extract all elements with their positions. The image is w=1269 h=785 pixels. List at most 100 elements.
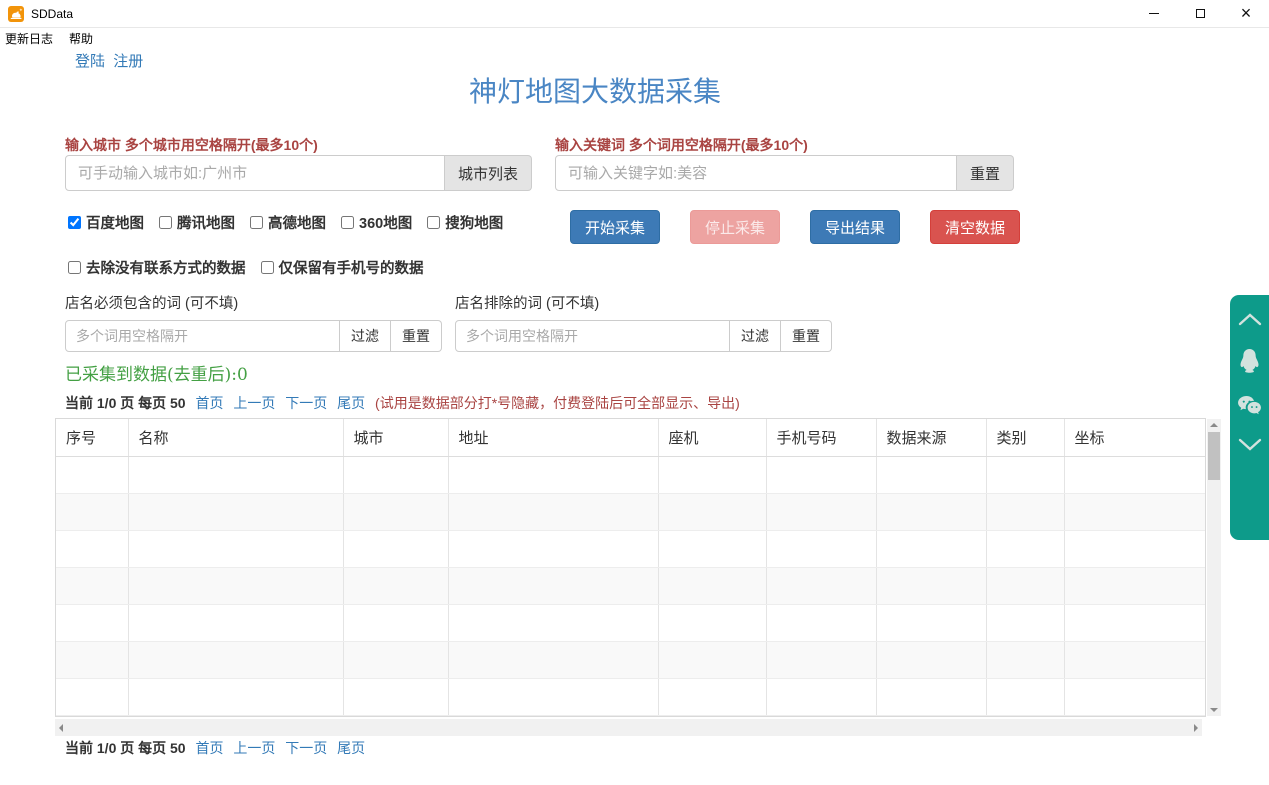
- table-cell: [876, 604, 987, 642]
- table-cell: [343, 493, 449, 531]
- exclude-words-input[interactable]: [455, 320, 730, 352]
- table-row[interactable]: [56, 715, 1205, 716]
- last-page-link[interactable]: 尾页: [337, 395, 365, 411]
- table-cell: [1064, 456, 1205, 494]
- column-header: 名称: [128, 419, 344, 457]
- checkbox-sogou-map[interactable]: 搜狗地图: [427, 212, 503, 233]
- sogou-map-checkbox[interactable]: [427, 216, 441, 229]
- table-cell: [658, 493, 767, 531]
- table-row[interactable]: [56, 456, 1205, 494]
- table-cell: [343, 567, 449, 605]
- table-cell: [1064, 678, 1205, 716]
- baidu-map-checkbox[interactable]: [68, 216, 81, 229]
- checkbox-label: 百度地图: [86, 216, 144, 232]
- table-cell: [128, 641, 344, 679]
- first-page-link[interactable]: 首页: [195, 740, 223, 756]
- scroll-up-arrow-icon[interactable]: [1210, 423, 1218, 427]
- checkbox-360-map[interactable]: 360地图: [341, 212, 412, 233]
- table-row[interactable]: [56, 567, 1205, 605]
- next-page-link[interactable]: 下一页: [285, 395, 327, 411]
- menu-item-changelog[interactable]: 更新日志: [0, 28, 61, 49]
- table-cell: [448, 678, 659, 716]
- table-cell: [128, 493, 344, 531]
- include-filter-button[interactable]: 过滤: [340, 320, 391, 352]
- checkbox-remove-no-contact[interactable]: 去除没有联系方式的数据: [68, 257, 246, 278]
- table-cell: [986, 641, 1065, 679]
- gaode-map-checkbox[interactable]: [250, 216, 263, 229]
- table-cell: [876, 715, 987, 716]
- table-cell: [658, 715, 767, 716]
- scroll-down-arrow-icon[interactable]: [1210, 708, 1218, 712]
- table-cell: [343, 641, 449, 679]
- table-cell: [766, 567, 877, 605]
- maximize-button[interactable]: [1177, 0, 1223, 28]
- clear-data-button[interactable]: 清空数据: [930, 210, 1021, 244]
- checkbox-baidu-map[interactable]: 百度地图: [68, 212, 144, 233]
- table-row[interactable]: [56, 604, 1205, 642]
- wechat-icon[interactable]: [1237, 395, 1262, 416]
- keep-mobile-only-checkbox[interactable]: [260, 261, 274, 274]
- chevron-up-icon[interactable]: [1238, 313, 1262, 326]
- scroll-right-arrow-icon[interactable]: [1194, 724, 1198, 732]
- prev-page-link[interactable]: 上一页: [233, 395, 275, 411]
- window-title: SDData: [31, 6, 74, 21]
- table-cell: [766, 641, 877, 679]
- stop-collect-button[interactable]: 停止采集: [690, 210, 781, 244]
- close-button[interactable]: ×: [1223, 0, 1269, 28]
- city-list-button[interactable]: 城市列表: [445, 155, 533, 191]
- table-cell: [56, 678, 129, 716]
- exclude-filter-button[interactable]: 过滤: [730, 320, 781, 352]
- next-page-link[interactable]: 下一页: [285, 740, 327, 756]
- table-cell: [986, 715, 1065, 716]
- table-cell: [128, 567, 344, 605]
- table-cell: [766, 715, 877, 716]
- horizontal-scrollbar[interactable]: [55, 719, 1202, 736]
- table-row[interactable]: [56, 530, 1205, 568]
- remove-no-contact-checkbox[interactable]: [68, 261, 81, 274]
- table-cell: [1064, 604, 1205, 642]
- city-input[interactable]: [65, 155, 445, 191]
- table-cell: [343, 530, 449, 568]
- prev-page-link[interactable]: 上一页: [233, 740, 275, 756]
- table-row[interactable]: [56, 641, 1205, 679]
- scroll-left-arrow-icon[interactable]: [59, 724, 63, 732]
- vertical-scrollbar[interactable]: [1207, 419, 1221, 716]
- table-row[interactable]: [56, 493, 1205, 531]
- table-cell: [766, 456, 877, 494]
- table-cell: [343, 678, 449, 716]
- 360-map-checkbox[interactable]: [341, 216, 354, 229]
- minimize-button[interactable]: [1131, 0, 1177, 28]
- menu-item-help[interactable]: 帮助: [61, 28, 101, 49]
- tencent-map-checkbox[interactable]: [159, 216, 172, 229]
- keyword-reset-button[interactable]: 重置: [957, 155, 1015, 191]
- chevron-down-icon[interactable]: [1238, 438, 1262, 451]
- qq-icon[interactable]: [1238, 348, 1261, 373]
- register-link[interactable]: 注册: [113, 53, 143, 70]
- vertical-scrollbar-thumb[interactable]: [1208, 432, 1220, 480]
- include-reset-button[interactable]: 重置: [391, 320, 442, 352]
- table-cell: [448, 567, 659, 605]
- first-page-link[interactable]: 首页: [195, 395, 223, 411]
- column-header: 类别: [986, 419, 1065, 457]
- table-cell: [658, 530, 767, 568]
- checkbox-label: 去除没有联系方式的数据: [86, 261, 246, 277]
- auth-links: 登陆 注册: [75, 50, 147, 71]
- checkbox-tencent-map[interactable]: 腾讯地图: [159, 212, 235, 233]
- keyword-input[interactable]: [555, 155, 957, 191]
- checkbox-gaode-map[interactable]: 高德地图: [250, 212, 326, 233]
- exclude-reset-button[interactable]: 重置: [781, 320, 832, 352]
- column-header: 数据来源: [876, 419, 987, 457]
- checkbox-keep-mobile-only[interactable]: 仅保留有手机号的数据: [260, 257, 424, 278]
- top-pagination: 当前 1/0 页 每页 50 首页 上一页 下一页 尾页 (试用是数据部分打*号…: [65, 393, 740, 413]
- table-cell: [56, 604, 129, 642]
- login-link[interactable]: 登陆: [75, 53, 105, 70]
- table-cell: [128, 604, 344, 642]
- results-table-wrap: 序号 名称 城市 地址 座机 手机号码 数据来源 类别 坐标: [55, 418, 1206, 717]
- export-results-button[interactable]: 导出结果: [810, 210, 901, 244]
- include-words-input[interactable]: [65, 320, 340, 352]
- last-page-link[interactable]: 尾页: [337, 740, 365, 756]
- table-row[interactable]: [56, 678, 1205, 716]
- start-collect-button[interactable]: 开始采集: [570, 210, 661, 244]
- checkbox-label: 腾讯地图: [177, 216, 235, 232]
- table-cell: [658, 641, 767, 679]
